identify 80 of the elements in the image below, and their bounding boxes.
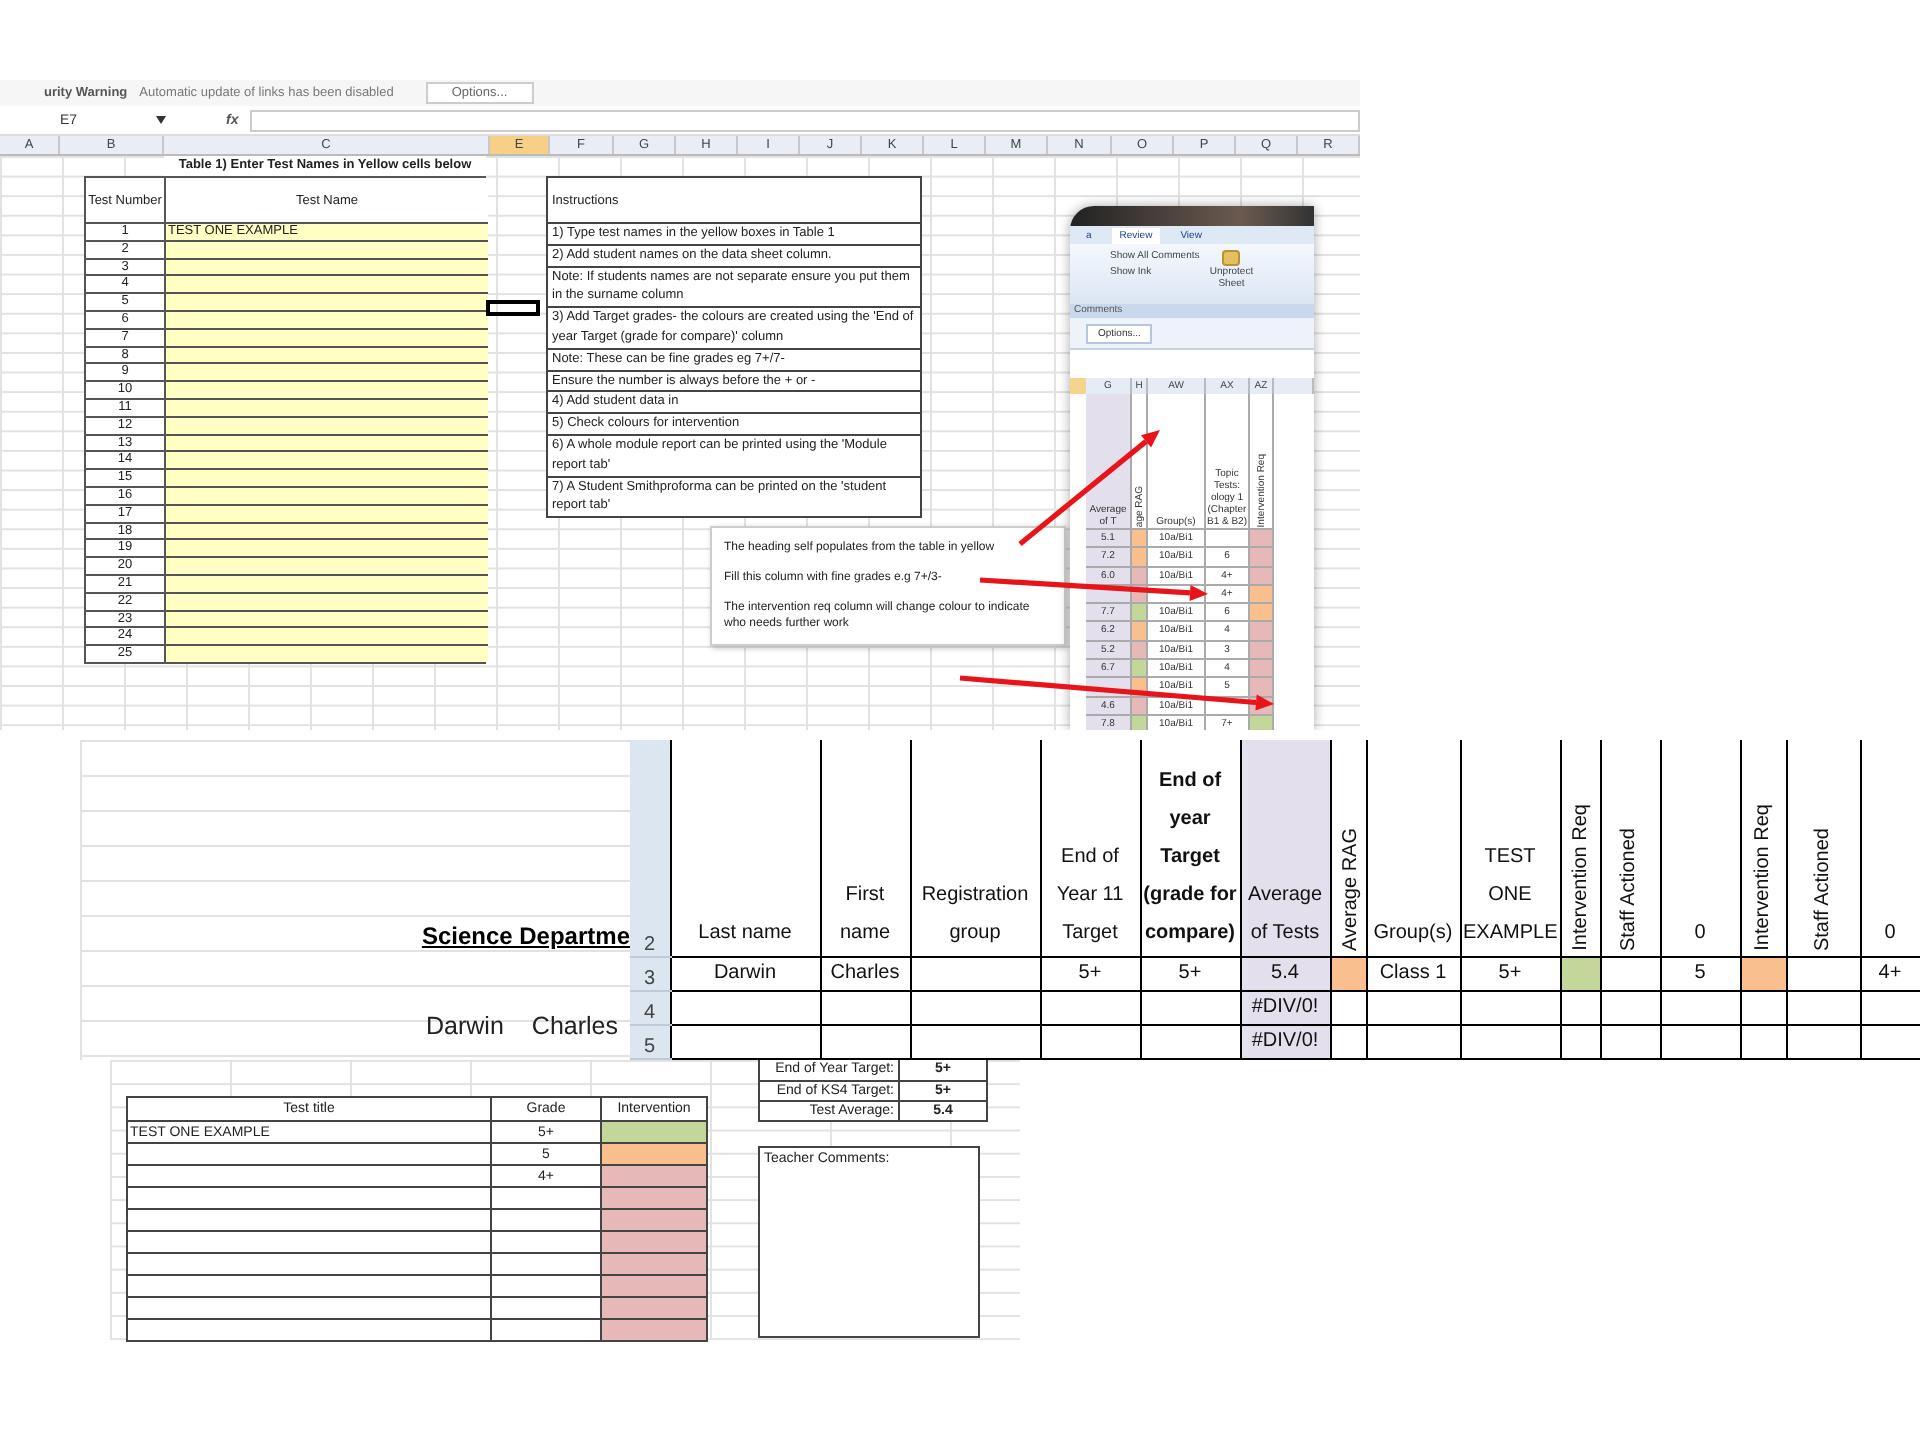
table-cell — [492, 1274, 602, 1296]
table-cell — [1740, 990, 1786, 1025]
table-cell — [1786, 956, 1860, 991]
table-cell — [1740, 1024, 1786, 1059]
table-cell — [492, 1230, 602, 1252]
table-cell — [1040, 1024, 1140, 1059]
column-heading: TEST ONE EXAMPLE — [1460, 740, 1560, 957]
table-cell — [820, 990, 910, 1025]
column-heading: End of Year 11 Target — [1040, 740, 1140, 957]
name-cell[interactable] — [166, 468, 488, 486]
name-cell[interactable] — [166, 450, 488, 469]
caret-icon[interactable] — [156, 116, 166, 124]
column-heading: Last name — [670, 740, 820, 957]
table-cell: Class 1 — [1366, 956, 1460, 991]
student-name: Darwin — [426, 1011, 504, 1039]
table-cell — [910, 956, 1040, 991]
table-cell — [1140, 1024, 1240, 1059]
table-cell — [1366, 990, 1460, 1025]
table-cell — [1140, 990, 1240, 1025]
table-cell: 5+ — [1140, 956, 1240, 991]
table-cell — [492, 1296, 602, 1318]
table-cell — [1660, 990, 1740, 1025]
row-number: 5 — [630, 1024, 670, 1059]
column-heading: 0 — [1860, 740, 1920, 957]
name-cell[interactable] — [166, 380, 488, 398]
table-cell: #DIV/0! — [1240, 1024, 1330, 1059]
name-cell[interactable] — [166, 538, 488, 557]
table-cell — [1560, 990, 1600, 1025]
name-cell[interactable] — [166, 556, 488, 574]
column-heading: Intervention Req — [1560, 740, 1600, 957]
table-cell — [1600, 1024, 1660, 1059]
table-cell: #DIV/0! — [1240, 990, 1330, 1025]
name-cell[interactable] — [166, 644, 488, 662]
table-cell — [492, 1252, 602, 1274]
table-cell — [1460, 1024, 1560, 1059]
table-cell: Charles — [820, 956, 910, 991]
formula-field[interactable] — [250, 109, 1360, 131]
department-title: Science Departme — [421, 922, 630, 950]
row-number: 3 — [630, 956, 670, 991]
row-number: 2 — [630, 740, 670, 957]
table-cell — [820, 1024, 910, 1059]
column-heading: Group(s) — [1366, 740, 1460, 957]
column-heading: 0 — [1660, 740, 1740, 957]
table-cell — [492, 1208, 602, 1230]
table-cell — [492, 1186, 602, 1208]
column-heading: First name — [820, 740, 910, 957]
table-cell: 5 — [1660, 956, 1740, 991]
table-cell — [1786, 1024, 1860, 1059]
row-number: 4 — [630, 990, 670, 1025]
column-heading: Average RAG — [1330, 740, 1366, 957]
table-cell: Darwin — [670, 956, 820, 991]
table-cell — [1600, 956, 1660, 991]
table-cell — [1660, 1024, 1740, 1059]
table-cell: 5.4 — [1240, 956, 1330, 991]
table-cell — [1206, 530, 1250, 549]
name-cell[interactable] — [166, 362, 488, 381]
pointer-arrow — [1018, 430, 1160, 546]
table-cell: 5+ — [1460, 956, 1560, 991]
column-header — [1274, 378, 1314, 394]
name-cell[interactable] — [166, 292, 488, 310]
column-heading: Registration group — [910, 740, 1040, 957]
table-cell — [1860, 990, 1920, 1025]
column-heading: Intervention Req — [1740, 740, 1786, 957]
table-cell — [910, 990, 1040, 1025]
table-cell: 5+ — [1040, 956, 1140, 991]
table-cell: 4+ — [1860, 956, 1920, 991]
column-heading: Staff Actioned — [1600, 740, 1660, 957]
active-cell[interactable] — [486, 300, 540, 316]
table-cell — [1366, 1024, 1460, 1059]
table-cell — [1600, 990, 1660, 1025]
table-cell — [1040, 990, 1140, 1025]
column-heading: End of year Target (grade for compare) — [1140, 740, 1240, 957]
student-name: Charles — [531, 1011, 618, 1039]
column-heading: Staff Actioned — [1786, 740, 1860, 957]
name-cell[interactable] — [166, 626, 488, 645]
table-cell — [1460, 990, 1560, 1025]
table-cell — [1786, 990, 1860, 1025]
name-cell[interactable] — [166, 274, 488, 293]
column-header — [1070, 378, 1086, 394]
column-heading: Average of Tests — [1240, 740, 1330, 957]
